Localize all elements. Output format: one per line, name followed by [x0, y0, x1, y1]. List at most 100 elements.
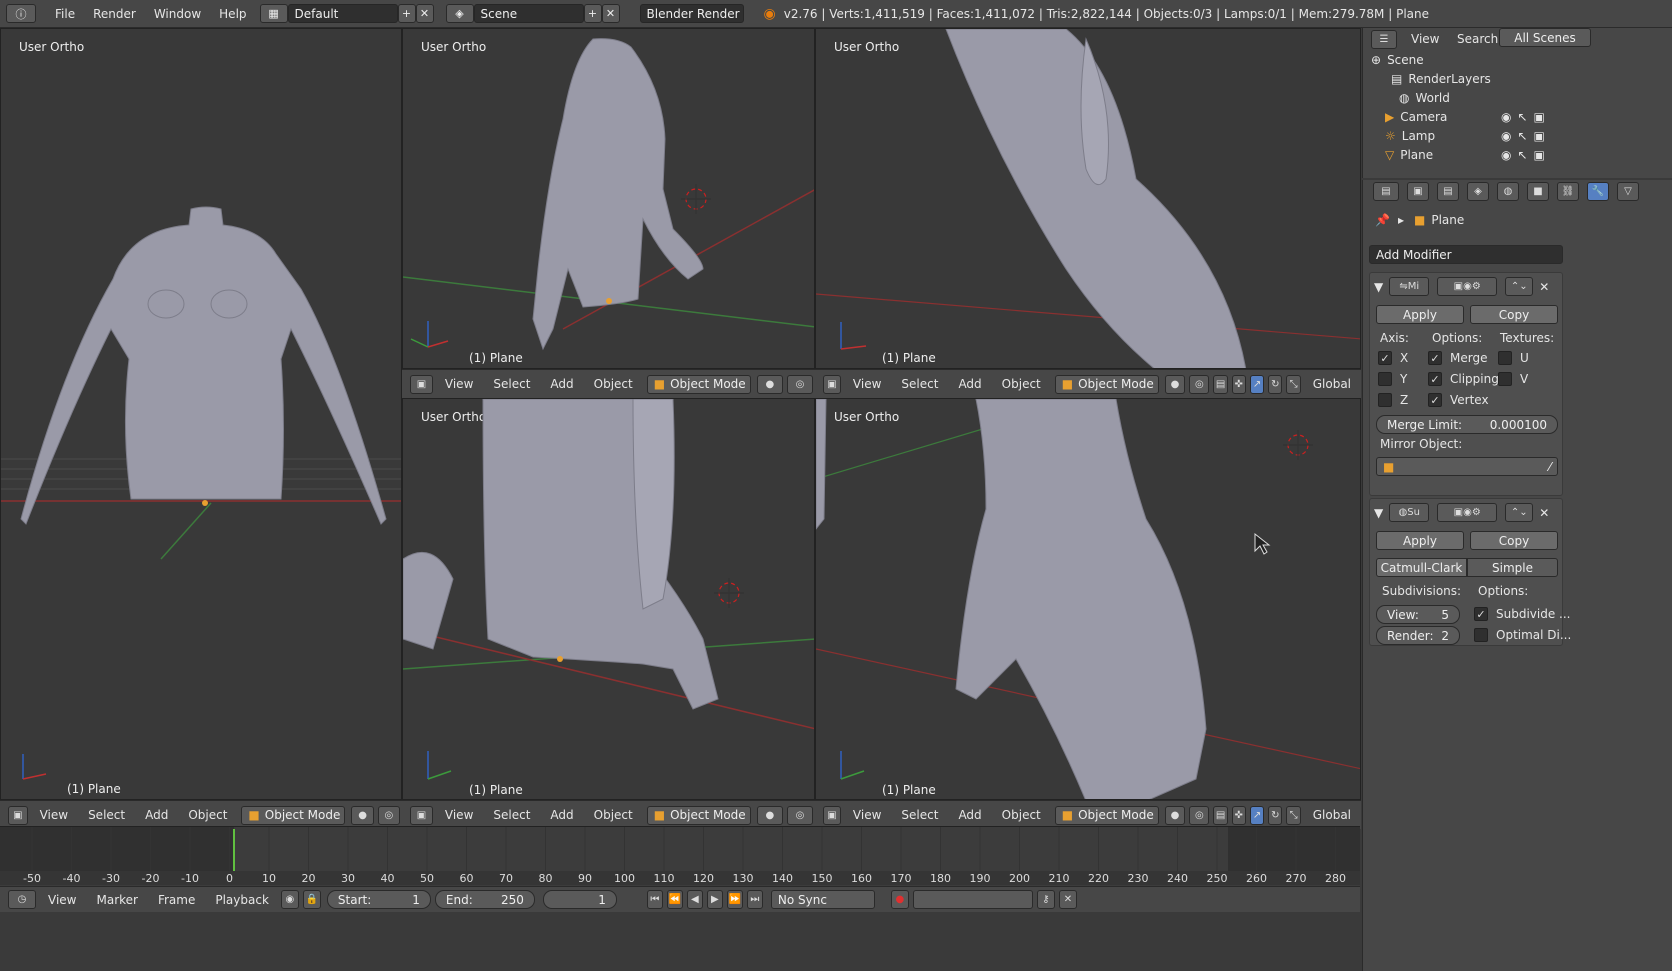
scale-icon[interactable]: ⤡	[1286, 374, 1301, 394]
orientation-select[interactable]: Global	[1303, 808, 1361, 822]
mode-select[interactable]: ■ Object Mode	[646, 374, 751, 394]
constraints-tab-icon[interactable]: ⛓	[1557, 182, 1579, 201]
jump-start-icon[interactable]: ⏮	[646, 890, 663, 909]
start-frame-field[interactable]: Start: 1	[326, 890, 431, 909]
mirror-name-field[interactable]: ⇋ Mi	[1389, 277, 1430, 296]
outliner-menu-search[interactable]: Search	[1457, 32, 1498, 46]
menu-view[interactable]: View	[435, 808, 483, 822]
menu-view[interactable]: View	[843, 377, 891, 391]
layout-select[interactable]: Default	[287, 4, 398, 23]
end-frame-field[interactable]: End: 250	[434, 890, 535, 909]
display-toggles[interactable]: ▣◉⚙	[1437, 503, 1498, 522]
axis-x-checkbox[interactable]: ✓ X	[1378, 351, 1408, 365]
add-scene-icon[interactable]: +	[583, 4, 602, 23]
outliner[interactable]: ☰ View Search All Scenes ⊕ Scene ▤ RenderL…	[1362, 28, 1672, 178]
pivot-icon[interactable]: ◎	[377, 805, 400, 825]
menu-add[interactable]: Add	[948, 377, 991, 391]
menu-playback[interactable]: Playback	[205, 893, 279, 907]
menu-add[interactable]: Add	[540, 808, 583, 822]
collapse-icon[interactable]: ▼	[1374, 506, 1383, 520]
editor-type-icon[interactable]: ▣	[410, 374, 433, 394]
outliner-item-renderlayers[interactable]: ▤ RenderLayers	[1391, 72, 1491, 86]
menu-view[interactable]: View	[30, 808, 78, 822]
scene-tab-icon[interactable]: ◈	[1467, 182, 1489, 201]
outliner-item-world[interactable]: ◍ World	[1399, 91, 1450, 105]
timeline[interactable]: -50 -40 -30 -20 -10 0 10 20 30 40 50 60 70 80 90 100 110…	[0, 826, 1360, 886]
menu-select[interactable]: Select	[891, 808, 948, 822]
clipping-checkbox[interactable]: ✓ Clipping	[1428, 372, 1499, 386]
play-reverse-icon[interactable]: ◀	[686, 890, 703, 909]
menu-object[interactable]: Object	[584, 377, 643, 391]
texture-u-checkbox[interactable]: U	[1498, 351, 1529, 365]
manipulator-icon[interactable]: ✜	[1231, 805, 1246, 825]
world-tab-icon[interactable]: ◍	[1497, 182, 1519, 201]
viewport-bottom-right[interactable]: User Ortho (1) Plane	[815, 398, 1361, 800]
lamp-visibility-icons[interactable]: ◉ ↖ ▣	[1501, 129, 1545, 143]
grid-icon[interactable]: ▤	[1213, 805, 1228, 825]
shading-icon[interactable]: ●	[351, 805, 374, 825]
properties-panel[interactable]: ▤ ▣ ▤ ◈ ◍ ■ ⛓ 🔧 ▽ 📌 ▸ ■ Plane Add Modifier …	[1362, 180, 1672, 971]
subsurf-copy-button[interactable]: Copy	[1470, 531, 1558, 550]
translate-icon[interactable]: ↗	[1249, 805, 1265, 825]
menu-help[interactable]: Help	[210, 0, 255, 28]
camera-visibility-icons[interactable]: ◉ ↖ ▣	[1501, 110, 1545, 124]
viewport-top-middle[interactable]: User Ortho (1) Plane	[402, 28, 815, 369]
menu-add[interactable]: Add	[135, 808, 178, 822]
editor-type-icon[interactable]: ◷	[8, 890, 36, 909]
menu-select[interactable]: Select	[483, 808, 540, 822]
sync-select[interactable]: No Sync	[770, 890, 875, 909]
vertex-checkbox[interactable]: ✓ Vertex	[1428, 393, 1489, 407]
object-tab-icon[interactable]: ■	[1527, 182, 1549, 201]
subsurf-apply-button[interactable]: Apply	[1376, 531, 1464, 550]
menu-view[interactable]: View	[435, 377, 483, 391]
layers-tab-icon[interactable]: ▤	[1437, 182, 1459, 201]
menu-select[interactable]: Select	[891, 377, 948, 391]
scene-select[interactable]: Scene	[473, 4, 584, 23]
move-up-down-icon[interactable]: ⌃⌄	[1505, 277, 1534, 296]
insert-key-icon[interactable]: ⚷	[1036, 890, 1055, 909]
editor-type-icon[interactable]: ▣	[823, 374, 841, 394]
menu-add[interactable]: Add	[948, 808, 991, 822]
layout-icon[interactable]: ▦	[259, 4, 288, 23]
grid-icon[interactable]: ▤	[1213, 374, 1228, 394]
rotate-icon[interactable]: ↻	[1268, 805, 1283, 825]
editor-type-icon[interactable]: ▣	[410, 805, 433, 825]
outliner-filter-select[interactable]: All Scenes	[1499, 28, 1591, 47]
remove-modifier-icon[interactable]: ✕	[1539, 506, 1549, 520]
mirror-copy-button[interactable]: Copy	[1470, 305, 1558, 324]
texture-v-checkbox[interactable]: V	[1498, 372, 1528, 386]
merge-limit-field[interactable]: Merge Limit: 0.000100	[1376, 415, 1558, 434]
shading-icon[interactable]: ●	[1164, 374, 1186, 394]
editor-type-icon[interactable]: ▣	[823, 805, 841, 825]
prev-key-icon[interactable]: ⏪	[666, 890, 683, 909]
render-levels-field[interactable]: Render: 2	[1376, 626, 1460, 645]
plane-visibility-icons[interactable]: ◉ ↖ ▣	[1501, 148, 1545, 162]
jump-end-icon[interactable]: ⏭	[746, 890, 763, 909]
info-editor-icon[interactable]: ⓘ	[6, 4, 36, 23]
keying-icon[interactable]: ◉	[280, 890, 299, 909]
viewport-top-right[interactable]: User Ortho (1) Plane	[815, 28, 1361, 369]
data-tab-icon[interactable]: ▽	[1617, 182, 1639, 201]
add-layout-icon[interactable]: +	[397, 4, 416, 23]
orientation-select[interactable]: Global	[1303, 377, 1361, 391]
menu-marker[interactable]: Marker	[86, 893, 147, 907]
remove-scene-icon[interactable]: ✕	[601, 4, 620, 23]
viewport-left[interactable]: User Ortho (1) Plane	[0, 28, 402, 800]
mode-select[interactable]: ■ Object Mode	[1054, 805, 1159, 825]
outliner-menu-view[interactable]: View	[1411, 32, 1439, 46]
outliner-item-lamp[interactable]: ☼ Lamp	[1385, 129, 1435, 143]
display-toggles[interactable]: ▣◉⚙	[1437, 277, 1498, 296]
menu-select[interactable]: Select	[78, 808, 135, 822]
mode-select[interactable]: ■ Object Mode	[646, 805, 751, 825]
menu-select[interactable]: Select	[483, 377, 540, 391]
outliner-item-camera[interactable]: ▶ Camera	[1385, 110, 1447, 124]
tab-catmull-clark[interactable]: Catmull-Clark	[1376, 558, 1467, 577]
keyingset-field[interactable]	[912, 890, 1033, 909]
play-icon[interactable]: ▶	[706, 890, 723, 909]
pivot-icon[interactable]: ◎	[786, 805, 813, 825]
pivot-icon[interactable]: ◎	[1189, 805, 1210, 825]
manipulator-icon[interactable]: ✜	[1231, 374, 1246, 394]
add-modifier-select[interactable]: Add Modifier	[1369, 245, 1563, 264]
remove-layout-icon[interactable]: ✕	[415, 4, 434, 23]
menu-frame[interactable]: Frame	[148, 893, 205, 907]
